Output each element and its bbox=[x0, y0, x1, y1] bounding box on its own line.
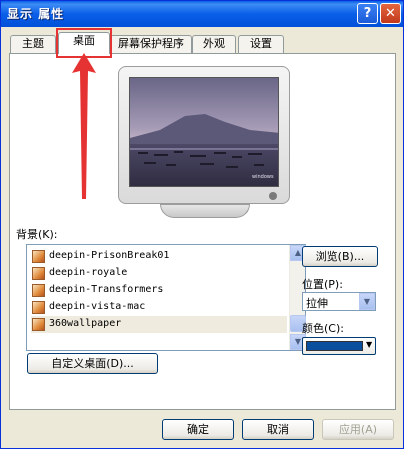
monitor-preview: windows bbox=[118, 66, 290, 204]
position-label: 位置(P): bbox=[302, 278, 343, 291]
background-label: 背景(K): bbox=[16, 228, 58, 241]
monitor-power-button bbox=[269, 192, 277, 200]
close-button[interactable]: ✕ bbox=[380, 3, 401, 24]
ok-button[interactable]: 确定 bbox=[162, 419, 234, 440]
list-item[interactable]: deepin-Transformers bbox=[31, 282, 287, 299]
position-value: 拉伸 bbox=[306, 297, 328, 310]
list-item-selected[interactable]: 360wallpaper bbox=[31, 316, 287, 333]
color-label: 颜色(C): bbox=[302, 322, 344, 335]
preview-caption: windows bbox=[252, 174, 274, 180]
list-item[interactable]: deepin-vista-mac bbox=[31, 299, 287, 316]
chevron-down-icon[interactable]: ▼ bbox=[359, 293, 375, 310]
list-item[interactable]: deepin-PrisonBreak01 bbox=[31, 248, 287, 265]
chevron-down-icon: ▼ bbox=[366, 340, 373, 349]
help-button[interactable]: ? bbox=[357, 3, 378, 24]
customize-desktop-button[interactable]: 自定义桌面(D)... bbox=[27, 353, 158, 374]
wallpaper-preview: windows bbox=[129, 77, 279, 187]
image-file-icon bbox=[32, 250, 45, 263]
monitor-stand bbox=[160, 204, 250, 218]
desktop-tab-panel: windows 背景(K): deepin-PrisonBreak01 deep… bbox=[9, 53, 396, 410]
tab-appearance[interactable]: 外观 bbox=[192, 35, 236, 53]
window-title: 显示 属性 bbox=[7, 7, 65, 21]
list-item[interactable]: deepin-royale bbox=[31, 265, 287, 282]
image-file-icon bbox=[32, 267, 45, 280]
annotation-arrow-icon bbox=[72, 53, 96, 199]
color-swatch bbox=[306, 341, 363, 351]
background-list[interactable]: deepin-PrisonBreak01 deepin-royale deepi… bbox=[26, 244, 306, 351]
browse-button[interactable]: 浏览(B)... bbox=[302, 246, 378, 267]
color-picker-button[interactable]: ▼ bbox=[302, 337, 376, 355]
image-file-icon bbox=[32, 318, 45, 331]
image-file-icon bbox=[32, 284, 45, 297]
tab-theme[interactable]: 主题 bbox=[10, 35, 56, 53]
position-select[interactable]: 拉伸 ▼ bbox=[302, 292, 376, 311]
tab-settings[interactable]: 设置 bbox=[238, 35, 284, 53]
display-properties-window: 显示 属性 ? ✕ 主题 桌面 屏幕保护程序 外观 设置 windows 背景(… bbox=[0, 0, 404, 449]
cancel-button[interactable]: 取消 bbox=[242, 419, 314, 440]
apply-button[interactable]: 应用(A) bbox=[322, 419, 394, 440]
tab-screensaver[interactable]: 屏幕保护程序 bbox=[110, 35, 192, 53]
image-file-icon bbox=[32, 301, 45, 314]
title-bar[interactable]: 显示 属性 ? ✕ bbox=[1, 1, 403, 27]
